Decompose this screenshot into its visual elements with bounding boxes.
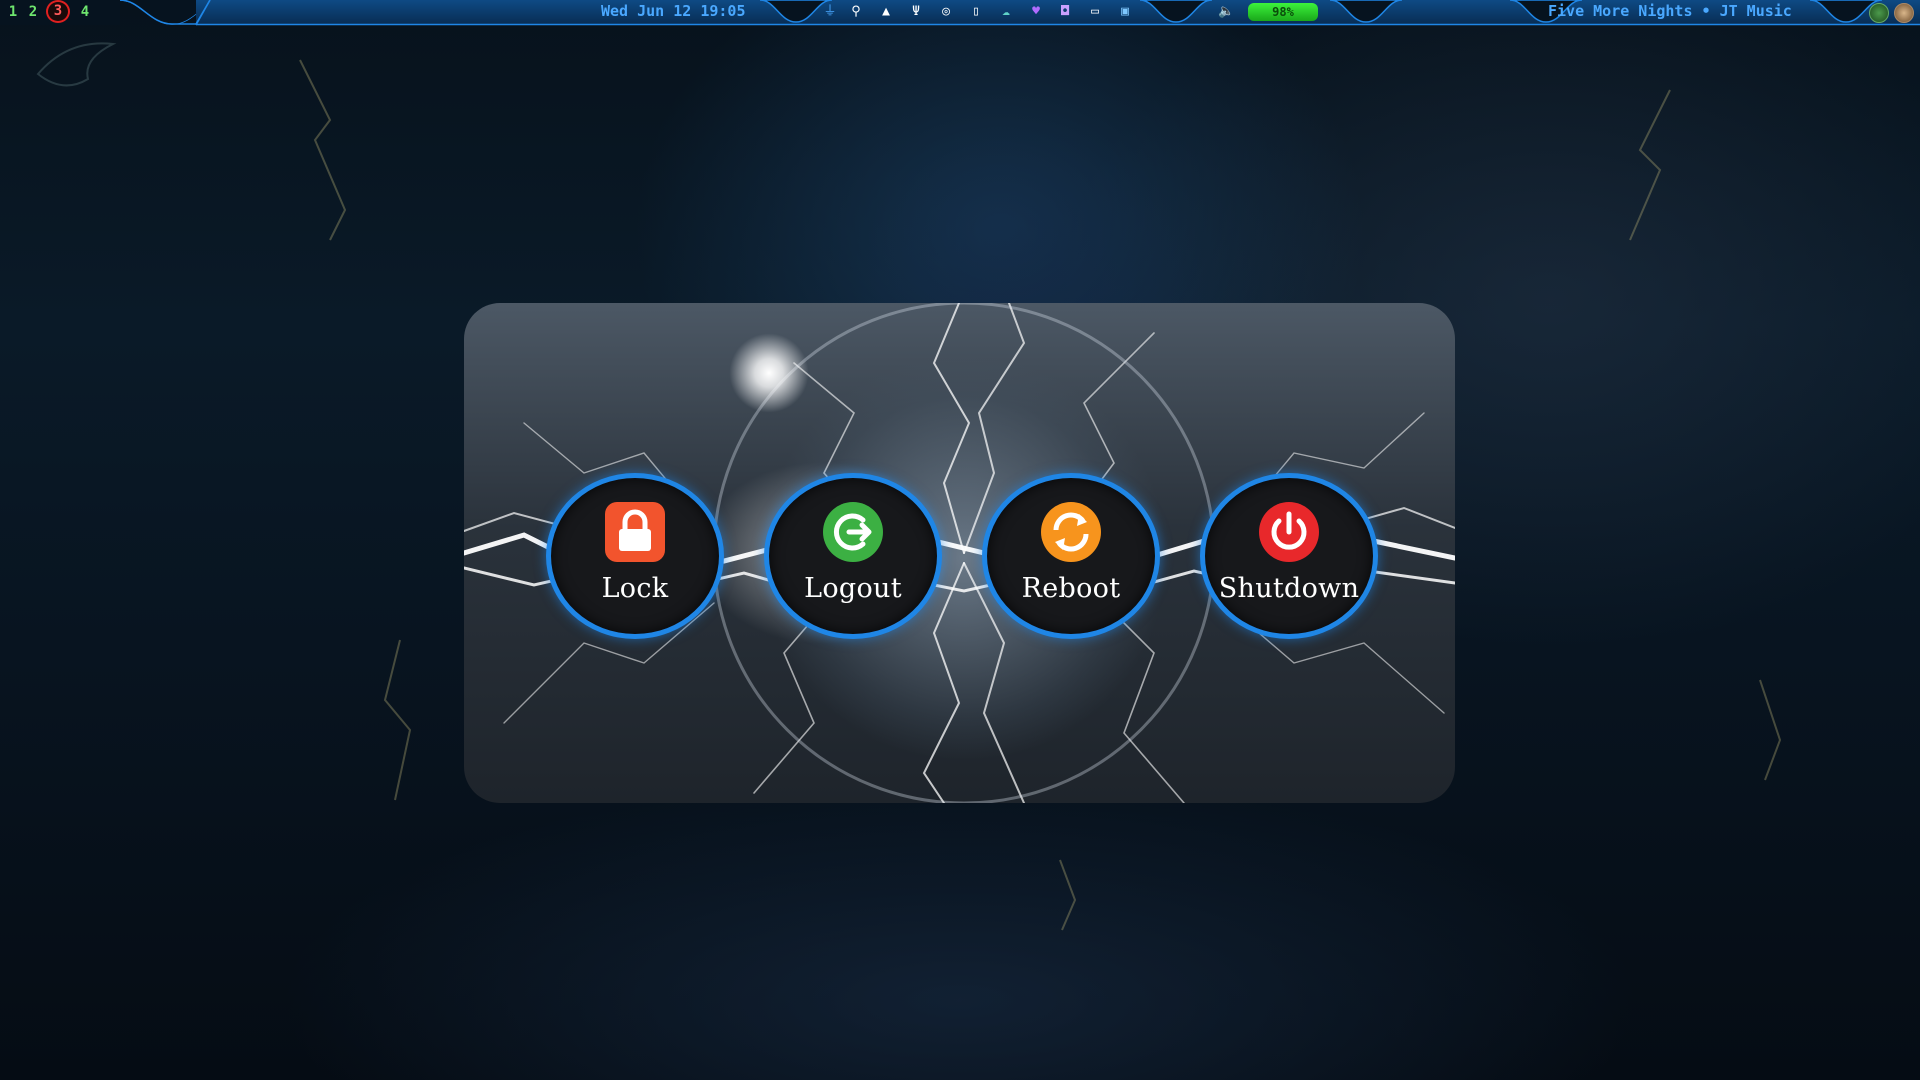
shutdown-button[interactable]: Shutdown: [1200, 473, 1378, 639]
workspace-2[interactable]: 2: [22, 2, 44, 23]
power-menu-dialog: Lock Logout Reboot Shutdown: [464, 303, 1455, 803]
logout-icon: [823, 502, 883, 562]
ghost-icon[interactable]: ▲: [878, 4, 894, 20]
globe-icon[interactable]: ◎: [938, 4, 954, 20]
logout-button[interactable]: Logout: [764, 473, 942, 639]
user-avatar[interactable]: [1894, 3, 1914, 23]
network-icon[interactable]: ⏚: [822, 4, 838, 20]
logout-label: Logout: [804, 573, 902, 604]
power-icon: [1259, 502, 1319, 562]
lock-button[interactable]: Lock: [546, 473, 724, 639]
light-flare: [729, 333, 809, 413]
avatar-icon[interactable]: [1869, 3, 1889, 23]
reboot-icon: [1041, 502, 1101, 562]
window-icon[interactable]: ▭: [1087, 4, 1103, 20]
shield-icon[interactable]: ◘: [1057, 4, 1073, 20]
volume-icon[interactable]: 🔈: [1218, 4, 1234, 19]
lock-icon: [605, 502, 665, 562]
workspace-3[interactable]: 3: [46, 0, 70, 23]
pin-icon[interactable]: ⚲: [848, 4, 864, 20]
document-icon[interactable]: ▣: [1117, 4, 1133, 20]
phone-icon[interactable]: ▯: [968, 4, 984, 20]
workspace-4[interactable]: 4: [74, 2, 96, 23]
top-panel: 1 2 3 4 Wed Jun 12 19:05 ⏚ ⚲ ▲ Ψ ◎ ▯ ☁ ♥…: [0, 0, 1920, 26]
usb-icon[interactable]: Ψ: [908, 4, 924, 20]
reboot-label: Reboot: [1021, 573, 1121, 604]
battery-indicator[interactable]: 98%: [1248, 3, 1318, 21]
workspace-1[interactable]: 1: [2, 2, 24, 23]
now-playing[interactable]: Five More Nights • JT Music: [1548, 0, 1792, 25]
heart-icon[interactable]: ♥: [1028, 4, 1044, 20]
cloud-icon[interactable]: ☁: [998, 4, 1014, 20]
lock-label: Lock: [601, 573, 669, 604]
clock[interactable]: Wed Jun 12 19:05: [601, 0, 746, 25]
reboot-button[interactable]: Reboot: [982, 473, 1160, 639]
shutdown-label: Shutdown: [1218, 573, 1360, 604]
